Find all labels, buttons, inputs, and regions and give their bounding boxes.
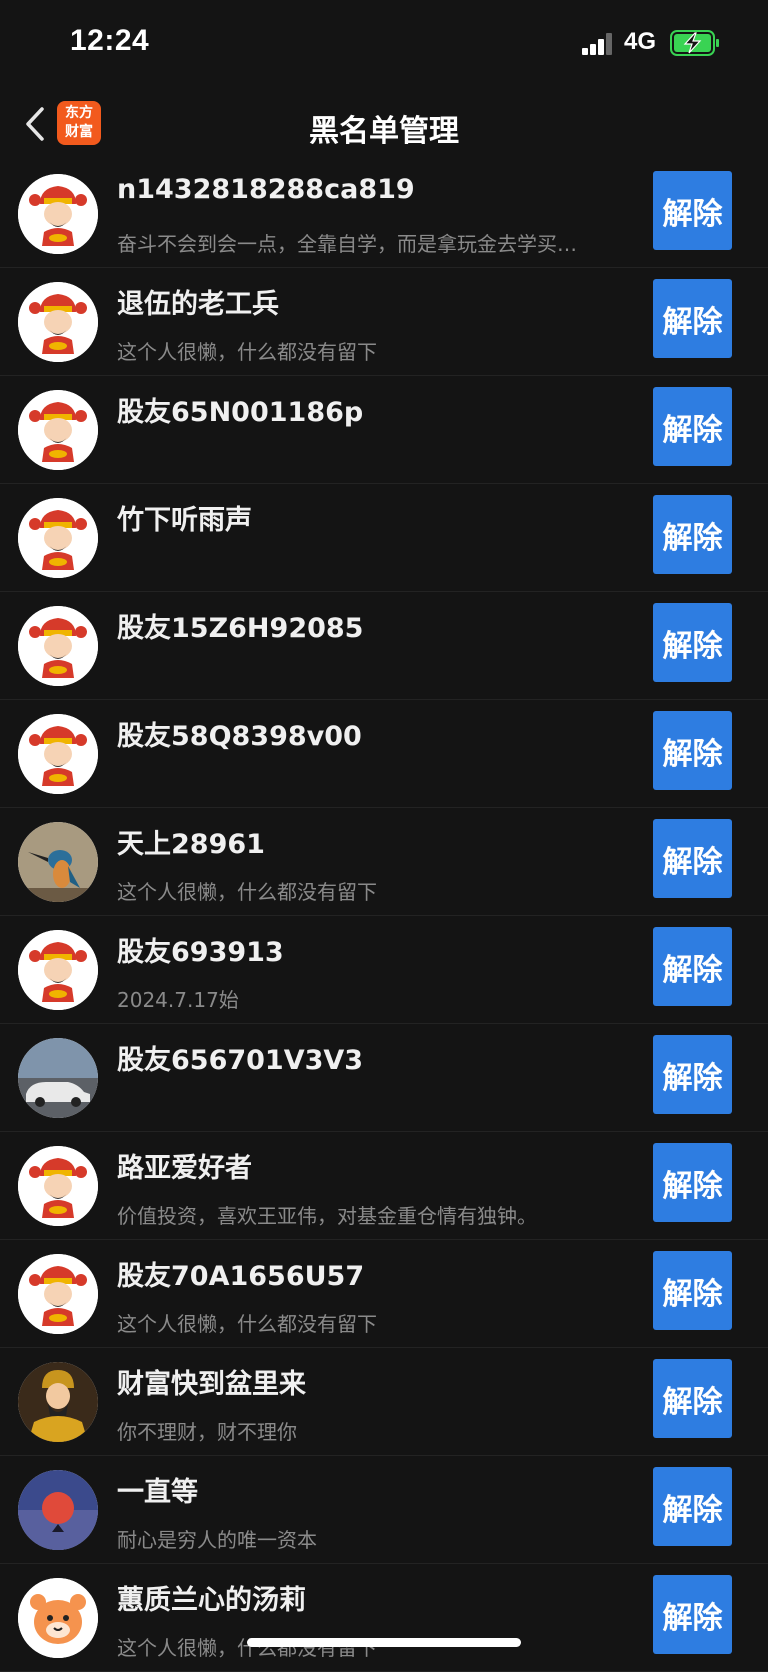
user-bio: 你不理财，财不理你	[117, 1420, 297, 1444]
user-name: 股友58Q8398v00	[117, 721, 362, 752]
user-name: 退伍的老工兵	[117, 289, 279, 320]
page-title: 黑名单管理	[309, 114, 459, 149]
list-item[interactable]: 路亚爱好者 价值投资，喜欢王亚伟，对基金重仓情有独钟。 解除	[0, 1132, 768, 1240]
user-name: n1432818288ca819	[117, 174, 415, 205]
avatar[interactable]	[18, 606, 98, 686]
unblock-button[interactable]: 解除	[653, 819, 732, 898]
list-item[interactable]: 一直等 耐心是穷人的唯一资本 解除	[0, 1456, 768, 1564]
unblock-button[interactable]: 解除	[653, 1143, 732, 1222]
avatar[interactable]	[18, 390, 98, 470]
avatar[interactable]	[18, 498, 98, 578]
list-item[interactable]: n1432818288ca819 奋斗不会到会一点，全靠自学，而是拿玩金去学买……	[0, 160, 768, 268]
user-name: 蕙质兰心的汤莉	[117, 1585, 306, 1616]
unblock-button[interactable]: 解除	[653, 711, 732, 790]
avatar[interactable]	[18, 1362, 98, 1442]
avatar[interactable]	[18, 1254, 98, 1334]
unblock-button[interactable]: 解除	[653, 1035, 732, 1114]
unblock-button[interactable]: 解除	[653, 495, 732, 574]
avatar[interactable]	[18, 714, 98, 794]
user-bio: 这个人很懒，什么都没有留下	[117, 880, 377, 904]
unblock-button[interactable]: 解除	[653, 387, 732, 466]
unblock-button[interactable]: 解除	[653, 927, 732, 1006]
user-name: 股友70A1656U57	[117, 1261, 365, 1292]
user-bio: 价值投资，喜欢王亚伟，对基金重仓情有独钟。	[117, 1204, 537, 1228]
avatar[interactable]	[18, 930, 98, 1010]
user-name: 天上28961	[117, 829, 265, 860]
user-name: 财富快到盆里来	[117, 1369, 306, 1400]
user-name: 竹下听雨声	[117, 505, 252, 536]
unblock-button[interactable]: 解除	[653, 171, 732, 250]
unblock-button[interactable]: 解除	[653, 1575, 732, 1654]
blacklist: n1432818288ca819 奋斗不会到会一点，全靠自学，而是拿玩金去学买……	[0, 160, 768, 1672]
avatar[interactable]	[18, 1578, 98, 1658]
user-bio: 耐心是穷人的唯一资本	[117, 1528, 317, 1552]
unblock-button[interactable]: 解除	[653, 603, 732, 682]
home-indicator	[247, 1638, 521, 1647]
list-item[interactable]: 股友65N001186p 解除	[0, 376, 768, 484]
list-item[interactable]: 退伍的老工兵 这个人很懒，什么都没有留下 解除	[0, 268, 768, 376]
list-item[interactable]: 财富快到盆里来 你不理财，财不理你 解除	[0, 1348, 768, 1456]
cellular-signal-icon	[582, 33, 614, 55]
user-name: 股友65N001186p	[117, 397, 364, 428]
avatar[interactable]	[18, 1146, 98, 1226]
status-time: 12:24	[70, 24, 150, 57]
list-item[interactable]: 股友70A1656U57 这个人很懒，什么都没有留下 解除	[0, 1240, 768, 1348]
unblock-button[interactable]: 解除	[653, 1251, 732, 1330]
avatar[interactable]	[18, 282, 98, 362]
list-item[interactable]: 股友15Z6H92085 解除	[0, 592, 768, 700]
user-bio: 这个人很懒，什么都没有留下	[117, 1312, 377, 1336]
list-item[interactable]: 股友693913 2024.7.17始 解除	[0, 916, 768, 1024]
avatar[interactable]	[18, 1038, 98, 1118]
user-name: 股友693913	[117, 937, 284, 968]
status-bar: 12:24 4G	[0, 0, 768, 88]
avatar[interactable]	[18, 822, 98, 902]
user-name: 一直等	[117, 1477, 198, 1508]
list-item[interactable]: 股友656701V3V3 解除	[0, 1024, 768, 1132]
battery-charging-icon	[670, 30, 720, 56]
list-item[interactable]: 竹下听雨声 解除	[0, 484, 768, 592]
navigation-bar: 东方 财富 黑名单管理	[0, 88, 768, 160]
user-name: 股友15Z6H92085	[117, 613, 364, 644]
unblock-button[interactable]: 解除	[653, 279, 732, 358]
list-item[interactable]: 天上28961 这个人很懒，什么都没有留下 解除	[0, 808, 768, 916]
network-type: 4G	[624, 28, 657, 55]
avatar[interactable]	[18, 1470, 98, 1550]
unblock-button[interactable]: 解除	[653, 1359, 732, 1438]
unblock-button[interactable]: 解除	[653, 1467, 732, 1546]
user-name: 路亚爱好者	[117, 1153, 252, 1184]
user-bio: 奋斗不会到会一点，全靠自学，而是拿玩金去学买…	[117, 232, 577, 256]
list-item[interactable]: 股友58Q8398v00 解除	[0, 700, 768, 808]
user-bio: 2024.7.17始	[117, 988, 239, 1012]
list-item[interactable]: 蕙质兰心的汤莉 这个人很懒，什么都没有留下 解除	[0, 1564, 768, 1672]
avatar[interactable]	[18, 174, 98, 254]
user-bio: 这个人很懒，什么都没有留下	[117, 340, 377, 364]
user-name: 股友656701V3V3	[117, 1045, 364, 1076]
